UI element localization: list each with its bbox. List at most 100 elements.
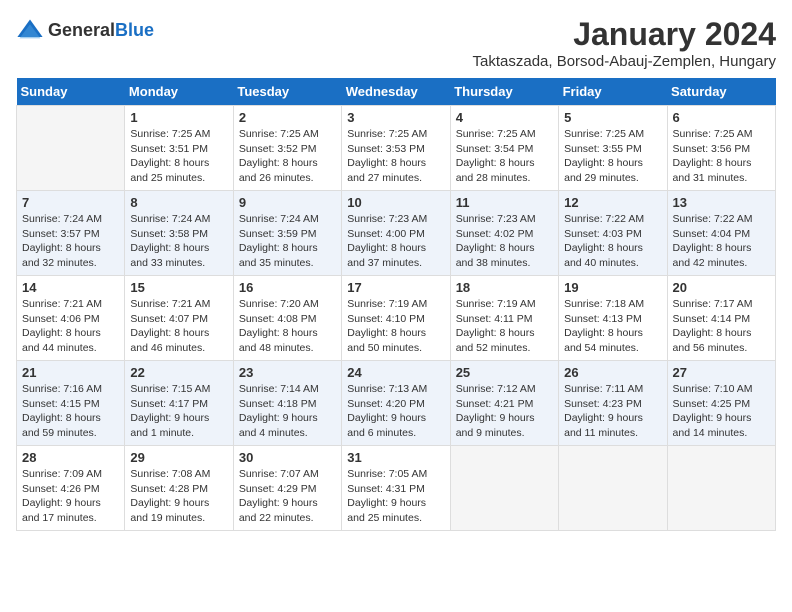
day-info: Sunrise: 7:05 AMSunset: 4:31 PMDaylight:… — [347, 467, 444, 526]
table-row: 6 Sunrise: 7:25 AMSunset: 3:56 PMDaylight… — [667, 106, 775, 191]
table-row: 29Sunrise: 7:08 AMSunset: 4:28 PMDayligh… — [125, 446, 233, 531]
table-row: 15 Sunrise: 7:21 AMSunset: 4:07 PMDayligh… — [125, 276, 233, 361]
table-row: 21 Sunrise: 7:16 AMSunset: 4:15 PMDayligh… — [17, 361, 125, 446]
month-title: January 2024 — [473, 16, 777, 53]
day-info: Sunrise: 7:23 AMSunset: 4:02 PMDaylight:… — [456, 212, 553, 271]
day-info: Sunrise: 7:23 AMSunset: 4:00 PMDaylight:… — [347, 212, 444, 271]
table-row: 30 Sunrise: 7:07 AMSunset: 4:29 PMDayligh… — [233, 446, 341, 531]
day-number: 15 — [130, 280, 227, 295]
day-number: 11 — [456, 195, 553, 210]
table-row: 13 Sunrise: 7:22 AMSunset: 4:04 PMDayligh… — [667, 191, 775, 276]
day-info: Sunrise: 7:22 AMSunset: 4:03 PMDaylight:… — [564, 212, 661, 271]
day-number: 6 — [673, 110, 770, 125]
day-info: Sunrise: 7:09 AMSunset: 4:26 PMDaylight:… — [22, 467, 119, 526]
table-row: 28 Sunrise: 7:09 AMSunset: 4:26 PMDayligh… — [17, 446, 125, 531]
calendar-week-row: 28 Sunrise: 7:09 AMSunset: 4:26 PMDayligh… — [17, 446, 776, 531]
logo-text-blue: Blue — [115, 20, 154, 40]
table-row: 14 Sunrise: 7:21 AMSunset: 4:06 PMDayligh… — [17, 276, 125, 361]
header-tuesday: Tuesday — [233, 78, 341, 106]
table-row: 17 Sunrise: 7:19 AMSunset: 4:10 PMDayligh… — [342, 276, 450, 361]
calendar-week-row: 1Sunrise: 7:25 AMSunset: 3:51 PMDaylight… — [17, 106, 776, 191]
header-saturday: Saturday — [667, 78, 775, 106]
table-row: 11 Sunrise: 7:23 AMSunset: 4:02 PMDayligh… — [450, 191, 558, 276]
day-number: 2 — [239, 110, 336, 125]
day-number: 8 — [130, 195, 227, 210]
day-number: 17 — [347, 280, 444, 295]
table-row: 20 Sunrise: 7:17 AMSunset: 4:14 PMDayligh… — [667, 276, 775, 361]
day-info: Sunrise: 7:25 AMSunset: 3:53 PMDaylight:… — [347, 127, 444, 186]
table-row: 7Sunrise: 7:24 AMSunset: 3:57 PMDaylight… — [17, 191, 125, 276]
logo-text-general: General — [48, 20, 115, 40]
header-monday: Monday — [125, 78, 233, 106]
logo: GeneralBlue — [16, 16, 154, 44]
table-row: 4 Sunrise: 7:25 AMSunset: 3:54 PMDaylight… — [450, 106, 558, 191]
day-info: Sunrise: 7:22 AMSunset: 4:04 PMDaylight:… — [673, 212, 770, 271]
header: GeneralBlue January 2024 Taktaszada, Bor… — [16, 16, 776, 70]
day-info: Sunrise: 7:11 AMSunset: 4:23 PMDaylight:… — [564, 382, 661, 441]
table-row: 9 Sunrise: 7:24 AMSunset: 3:59 PMDaylight… — [233, 191, 341, 276]
day-info: Sunrise: 7:14 AMSunset: 4:18 PMDaylight:… — [239, 382, 336, 441]
day-info: Sunrise: 7:18 AMSunset: 4:13 PMDaylight:… — [564, 297, 661, 356]
day-number: 24 — [347, 365, 444, 380]
location-title: Taktaszada, Borsod-Abauj-Zemplen, Hungar… — [473, 53, 777, 70]
day-number: 18 — [456, 280, 553, 295]
day-number: 10 — [347, 195, 444, 210]
table-row: 12 Sunrise: 7:22 AMSunset: 4:03 PMDayligh… — [559, 191, 667, 276]
day-number: 14 — [22, 280, 119, 295]
calendar-week-row: 21 Sunrise: 7:16 AMSunset: 4:15 PMDayligh… — [17, 361, 776, 446]
header-thursday: Thursday — [450, 78, 558, 106]
day-number: 23 — [239, 365, 336, 380]
day-number: 29 — [130, 450, 227, 465]
day-number: 4 — [456, 110, 553, 125]
table-row: 3Sunrise: 7:25 AMSunset: 3:53 PMDaylight… — [342, 106, 450, 191]
calendar-week-row: 7Sunrise: 7:24 AMSunset: 3:57 PMDaylight… — [17, 191, 776, 276]
table-row: 23 Sunrise: 7:14 AMSunset: 4:18 PMDayligh… — [233, 361, 341, 446]
day-info: Sunrise: 7:24 AMSunset: 3:57 PMDaylight:… — [22, 212, 119, 271]
day-info: Sunrise: 7:24 AMSunset: 3:58 PMDaylight:… — [130, 212, 227, 271]
day-info: Sunrise: 7:25 AMSunset: 3:54 PMDaylight:… — [456, 127, 553, 186]
calendar-week-row: 14 Sunrise: 7:21 AMSunset: 4:06 PMDayligh… — [17, 276, 776, 361]
table-row: 10 Sunrise: 7:23 AMSunset: 4:00 PMDayligh… — [342, 191, 450, 276]
day-number: 25 — [456, 365, 553, 380]
header-friday: Friday — [559, 78, 667, 106]
day-info: Sunrise: 7:12 AMSunset: 4:21 PMDaylight:… — [456, 382, 553, 441]
day-number: 28 — [22, 450, 119, 465]
day-number: 22 — [130, 365, 227, 380]
day-number: 20 — [673, 280, 770, 295]
table-row: 16 Sunrise: 7:20 AMSunset: 4:08 PMDayligh… — [233, 276, 341, 361]
day-info: Sunrise: 7:24 AMSunset: 3:59 PMDaylight:… — [239, 212, 336, 271]
day-number: 12 — [564, 195, 661, 210]
day-info: Sunrise: 7:17 AMSunset: 4:14 PMDaylight:… — [673, 297, 770, 356]
day-info: Sunrise: 7:10 AMSunset: 4:25 PMDaylight:… — [673, 382, 770, 441]
day-number: 16 — [239, 280, 336, 295]
table-row: 19Sunrise: 7:18 AMSunset: 4:13 PMDayligh… — [559, 276, 667, 361]
day-number: 31 — [347, 450, 444, 465]
day-info: Sunrise: 7:19 AMSunset: 4:10 PMDaylight:… — [347, 297, 444, 356]
day-info: Sunrise: 7:13 AMSunset: 4:20 PMDaylight:… — [347, 382, 444, 441]
table-row: 8 Sunrise: 7:24 AMSunset: 3:58 PMDaylight… — [125, 191, 233, 276]
day-info: Sunrise: 7:07 AMSunset: 4:29 PMDaylight:… — [239, 467, 336, 526]
table-row — [667, 446, 775, 531]
day-number: 21 — [22, 365, 119, 380]
day-number: 5 — [564, 110, 661, 125]
day-info: Sunrise: 7:15 AMSunset: 4:17 PMDaylight:… — [130, 382, 227, 441]
table-row — [450, 446, 558, 531]
day-info: Sunrise: 7:25 AMSunset: 3:52 PMDaylight:… — [239, 127, 336, 186]
table-row: 26Sunrise: 7:11 AMSunset: 4:23 PMDayligh… — [559, 361, 667, 446]
table-row — [559, 446, 667, 531]
logo-icon — [16, 16, 44, 44]
day-info: Sunrise: 7:16 AMSunset: 4:15 PMDaylight:… — [22, 382, 119, 441]
day-number: 13 — [673, 195, 770, 210]
day-info: Sunrise: 7:20 AMSunset: 4:08 PMDaylight:… — [239, 297, 336, 356]
day-info: Sunrise: 7:19 AMSunset: 4:11 PMDaylight:… — [456, 297, 553, 356]
table-row: 24 Sunrise: 7:13 AMSunset: 4:20 PMDayligh… — [342, 361, 450, 446]
day-info: Sunrise: 7:25 AMSunset: 3:56 PMDaylight:… — [673, 127, 770, 186]
day-info: Sunrise: 7:21 AMSunset: 4:07 PMDaylight:… — [130, 297, 227, 356]
day-info: Sunrise: 7:21 AMSunset: 4:06 PMDaylight:… — [22, 297, 119, 356]
table-row: 2 Sunrise: 7:25 AMSunset: 3:52 PMDaylight… — [233, 106, 341, 191]
day-number: 30 — [239, 450, 336, 465]
table-row: 5 Sunrise: 7:25 AMSunset: 3:55 PMDaylight… — [559, 106, 667, 191]
day-info: Sunrise: 7:25 AMSunset: 3:55 PMDaylight:… — [564, 127, 661, 186]
day-number: 9 — [239, 195, 336, 210]
day-number: 27 — [673, 365, 770, 380]
